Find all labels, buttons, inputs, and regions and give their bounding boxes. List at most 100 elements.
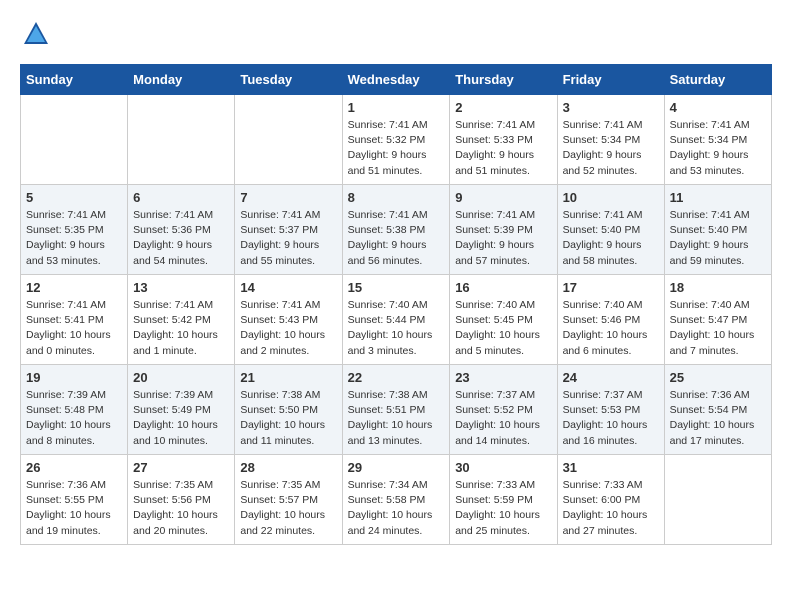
logo (20, 20, 50, 48)
calendar-cell: 19 Sunrise: 7:39 AMSunset: 5:48 PMDayligh… (21, 365, 128, 455)
logo-icon (22, 20, 50, 48)
weekday-header: Wednesday (342, 65, 450, 95)
cell-text: Sunrise: 7:41 AMSunset: 5:35 PMDaylight:… (26, 209, 106, 267)
calendar-cell: 9 Sunrise: 7:41 AMSunset: 5:39 PMDaylight… (450, 185, 557, 275)
calendar-cell: 10 Sunrise: 7:41 AMSunset: 5:40 PMDayligh… (557, 185, 664, 275)
cell-text: Sunrise: 7:40 AMSunset: 5:47 PMDaylight:… (670, 299, 755, 357)
day-number: 1 (348, 100, 445, 115)
cell-text: Sunrise: 7:33 AMSunset: 6:00 PMDaylight:… (563, 479, 648, 537)
day-number: 27 (133, 460, 229, 475)
cell-text: Sunrise: 7:41 AMSunset: 5:42 PMDaylight:… (133, 299, 218, 357)
calendar-cell: 5 Sunrise: 7:41 AMSunset: 5:35 PMDaylight… (21, 185, 128, 275)
cell-text: Sunrise: 7:41 AMSunset: 5:41 PMDaylight:… (26, 299, 111, 357)
day-number: 5 (26, 190, 122, 205)
cell-text: Sunrise: 7:41 AMSunset: 5:40 PMDaylight:… (670, 209, 750, 267)
calendar-cell: 11 Sunrise: 7:41 AMSunset: 5:40 PMDayligh… (664, 185, 771, 275)
day-number: 24 (563, 370, 659, 385)
day-number: 11 (670, 190, 766, 205)
cell-text: Sunrise: 7:41 AMSunset: 5:36 PMDaylight:… (133, 209, 213, 267)
cell-text: Sunrise: 7:41 AMSunset: 5:34 PMDaylight:… (563, 119, 643, 177)
cell-text: Sunrise: 7:35 AMSunset: 5:56 PMDaylight:… (133, 479, 218, 537)
cell-text: Sunrise: 7:41 AMSunset: 5:32 PMDaylight:… (348, 119, 428, 177)
calendar-cell: 2Sunrise: 7:41 AMSunset: 5:33 PMDaylight… (450, 95, 557, 185)
cell-text: Sunrise: 7:38 AMSunset: 5:50 PMDaylight:… (240, 389, 325, 447)
cell-text: Sunrise: 7:38 AMSunset: 5:51 PMDaylight:… (348, 389, 433, 447)
cell-text: Sunrise: 7:40 AMSunset: 5:46 PMDaylight:… (563, 299, 648, 357)
calendar-cell: 14Sunrise: 7:41 AMSunset: 5:43 PMDayligh… (235, 275, 342, 365)
weekday-header: Tuesday (235, 65, 342, 95)
day-number: 17 (563, 280, 659, 295)
page-header (20, 20, 772, 48)
calendar-cell (21, 95, 128, 185)
day-number: 15 (348, 280, 445, 295)
day-number: 2 (455, 100, 551, 115)
cell-text: Sunrise: 7:40 AMSunset: 5:45 PMDaylight:… (455, 299, 540, 357)
day-number: 22 (348, 370, 445, 385)
calendar-cell: 7 Sunrise: 7:41 AMSunset: 5:37 PMDaylight… (235, 185, 342, 275)
calendar-cell: 29Sunrise: 7:34 AMSunset: 5:58 PMDayligh… (342, 455, 450, 545)
cell-text: Sunrise: 7:41 AMSunset: 5:39 PMDaylight:… (455, 209, 535, 267)
day-number: 9 (455, 190, 551, 205)
calendar-cell: 4Sunrise: 7:41 AMSunset: 5:34 PMDaylight… (664, 95, 771, 185)
day-number: 21 (240, 370, 336, 385)
day-number: 28 (240, 460, 336, 475)
calendar-cell (128, 95, 235, 185)
calendar-week-row: 12 Sunrise: 7:41 AMSunset: 5:41 PMDayligh… (21, 275, 772, 365)
weekday-header: Sunday (21, 65, 128, 95)
day-number: 4 (670, 100, 766, 115)
weekday-header: Thursday (450, 65, 557, 95)
weekday-header: Monday (128, 65, 235, 95)
calendar-cell: 18 Sunrise: 7:40 AMSunset: 5:47 PMDayligh… (664, 275, 771, 365)
calendar-week-row: 19 Sunrise: 7:39 AMSunset: 5:48 PMDayligh… (21, 365, 772, 455)
calendar-cell: 16 Sunrise: 7:40 AMSunset: 5:45 PMDayligh… (450, 275, 557, 365)
calendar-cell: 6 Sunrise: 7:41 AMSunset: 5:36 PMDaylight… (128, 185, 235, 275)
cell-text: Sunrise: 7:41 AMSunset: 5:40 PMDaylight:… (563, 209, 643, 267)
calendar-table: SundayMondayTuesdayWednesdayThursdayFrid… (20, 64, 772, 545)
day-number: 12 (26, 280, 122, 295)
weekday-header: Friday (557, 65, 664, 95)
day-number: 7 (240, 190, 336, 205)
day-number: 31 (563, 460, 659, 475)
day-number: 23 (455, 370, 551, 385)
day-number: 29 (348, 460, 445, 475)
calendar-cell: 13 Sunrise: 7:41 AMSunset: 5:42 PMDayligh… (128, 275, 235, 365)
calendar-week-row: 1 Sunrise: 7:41 AMSunset: 5:32 PMDaylight… (21, 95, 772, 185)
calendar-cell: 30Sunrise: 7:33 AMSunset: 5:59 PMDayligh… (450, 455, 557, 545)
calendar-cell: 8Sunrise: 7:41 AMSunset: 5:38 PMDaylight… (342, 185, 450, 275)
calendar-cell: 1 Sunrise: 7:41 AMSunset: 5:32 PMDaylight… (342, 95, 450, 185)
cell-text: Sunrise: 7:37 AMSunset: 5:52 PMDaylight:… (455, 389, 540, 447)
weekday-header: Saturday (664, 65, 771, 95)
weekday-header-row: SundayMondayTuesdayWednesdayThursdayFrid… (21, 65, 772, 95)
calendar-cell (235, 95, 342, 185)
day-number: 30 (455, 460, 551, 475)
calendar-week-row: 5 Sunrise: 7:41 AMSunset: 5:35 PMDaylight… (21, 185, 772, 275)
day-number: 19 (26, 370, 122, 385)
cell-text: Sunrise: 7:41 AMSunset: 5:43 PMDaylight:… (240, 299, 325, 357)
day-number: 3 (563, 100, 659, 115)
day-number: 10 (563, 190, 659, 205)
calendar-cell (664, 455, 771, 545)
calendar-cell: 26Sunrise: 7:36 AMSunset: 5:55 PMDayligh… (21, 455, 128, 545)
cell-text: Sunrise: 7:37 AMSunset: 5:53 PMDaylight:… (563, 389, 648, 447)
calendar-cell: 15Sunrise: 7:40 AMSunset: 5:44 PMDayligh… (342, 275, 450, 365)
calendar-cell: 17 Sunrise: 7:40 AMSunset: 5:46 PMDayligh… (557, 275, 664, 365)
day-number: 18 (670, 280, 766, 295)
calendar-cell: 24 Sunrise: 7:37 AMSunset: 5:53 PMDayligh… (557, 365, 664, 455)
cell-text: Sunrise: 7:41 AMSunset: 5:37 PMDaylight:… (240, 209, 320, 267)
calendar-cell: 27 Sunrise: 7:35 AMSunset: 5:56 PMDayligh… (128, 455, 235, 545)
cell-text: Sunrise: 7:39 AMSunset: 5:48 PMDaylight:… (26, 389, 111, 447)
day-number: 6 (133, 190, 229, 205)
cell-text: Sunrise: 7:35 AMSunset: 5:57 PMDaylight:… (240, 479, 325, 537)
logo-text (20, 20, 50, 48)
calendar-cell: 20Sunrise: 7:39 AMSunset: 5:49 PMDayligh… (128, 365, 235, 455)
day-number: 13 (133, 280, 229, 295)
calendar-week-row: 26Sunrise: 7:36 AMSunset: 5:55 PMDayligh… (21, 455, 772, 545)
day-number: 16 (455, 280, 551, 295)
day-number: 26 (26, 460, 122, 475)
calendar-cell: 21 Sunrise: 7:38 AMSunset: 5:50 PMDayligh… (235, 365, 342, 455)
cell-text: Sunrise: 7:41 AMSunset: 5:38 PMDaylight:… (348, 209, 428, 267)
calendar-cell: 31 Sunrise: 7:33 AMSunset: 6:00 PMDayligh… (557, 455, 664, 545)
calendar-cell: 23 Sunrise: 7:37 AMSunset: 5:52 PMDayligh… (450, 365, 557, 455)
day-number: 25 (670, 370, 766, 385)
calendar-cell: 25Sunrise: 7:36 AMSunset: 5:54 PMDayligh… (664, 365, 771, 455)
